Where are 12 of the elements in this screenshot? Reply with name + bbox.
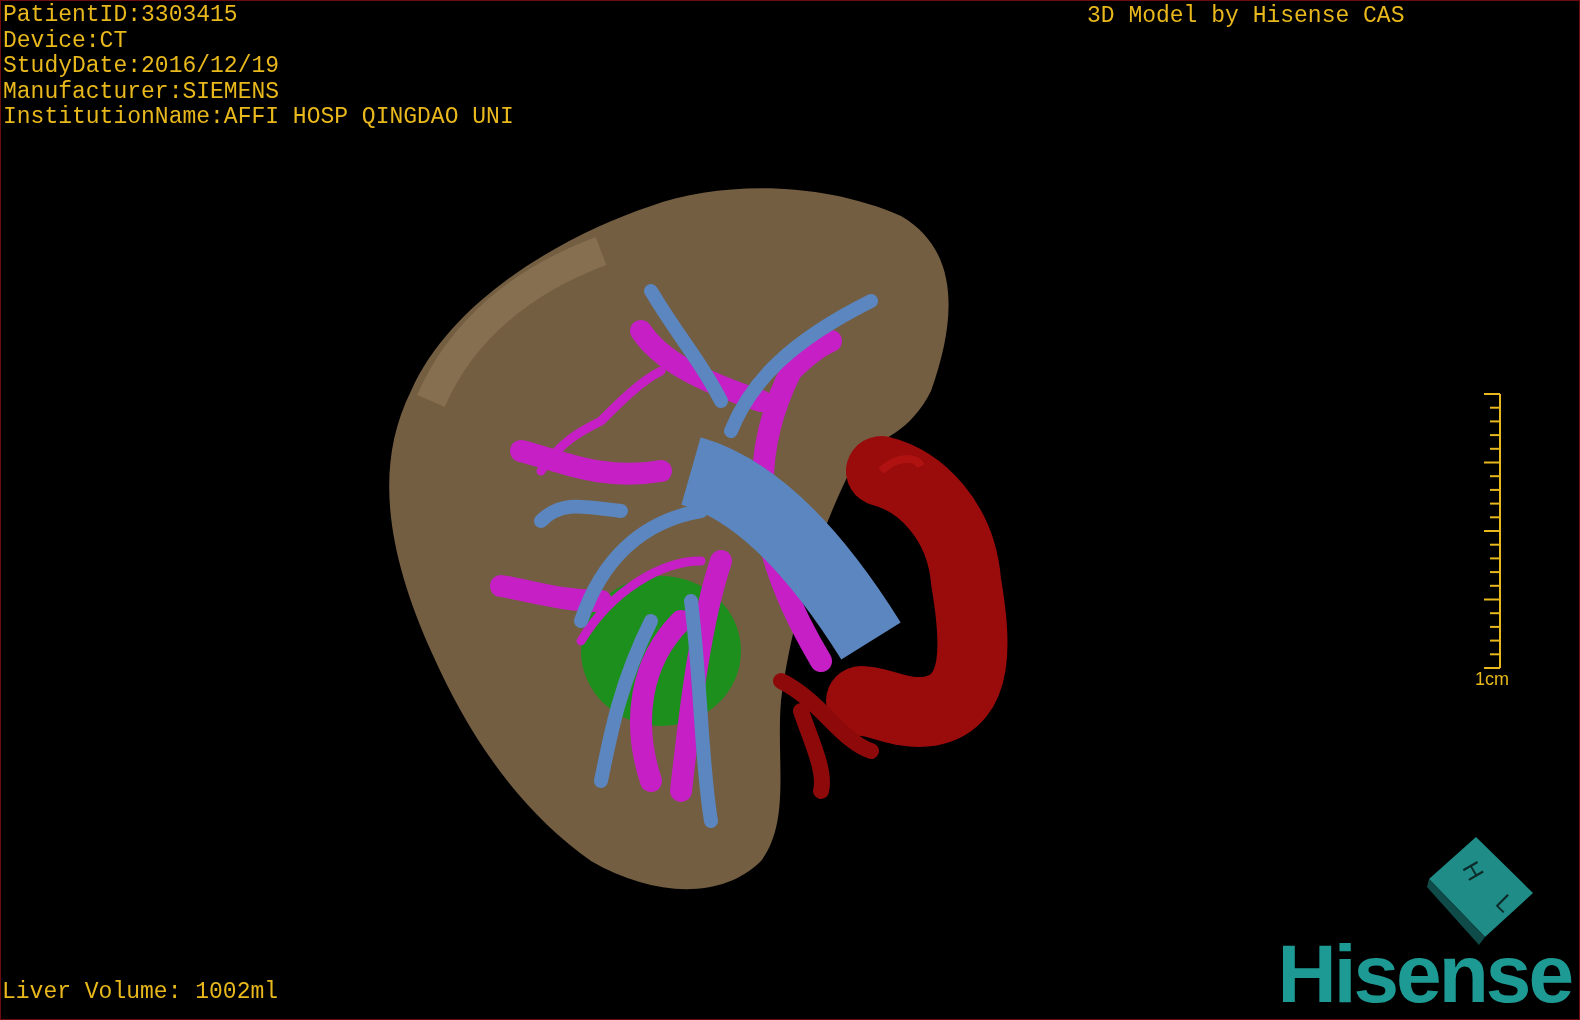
liver-volume-readout: Liver Volume: 1002ml bbox=[2, 980, 279, 1005]
scale-ruler-icon bbox=[1484, 393, 1501, 669]
patient-info-line: Device:CT bbox=[3, 28, 128, 54]
patient-info-line: StudyDate:2016/12/19 bbox=[3, 54, 280, 80]
patient-info-line: Manufacturer:SIEMENS bbox=[3, 79, 280, 105]
orientation-label: L bbox=[1490, 888, 1520, 918]
brand-logo: Hisense bbox=[1277, 937, 1571, 1011]
patient-info-line: PatientID:3303415 bbox=[3, 3, 238, 29]
orientation-label: H bbox=[1457, 856, 1490, 885]
patient-info-line: InstitutionName:AFFI HOSP QINGDAO UNI bbox=[3, 105, 514, 131]
scale-label: 1cm bbox=[1475, 669, 1509, 689]
viewer-title: 3D Model by Hisense CAS bbox=[1087, 4, 1405, 29]
